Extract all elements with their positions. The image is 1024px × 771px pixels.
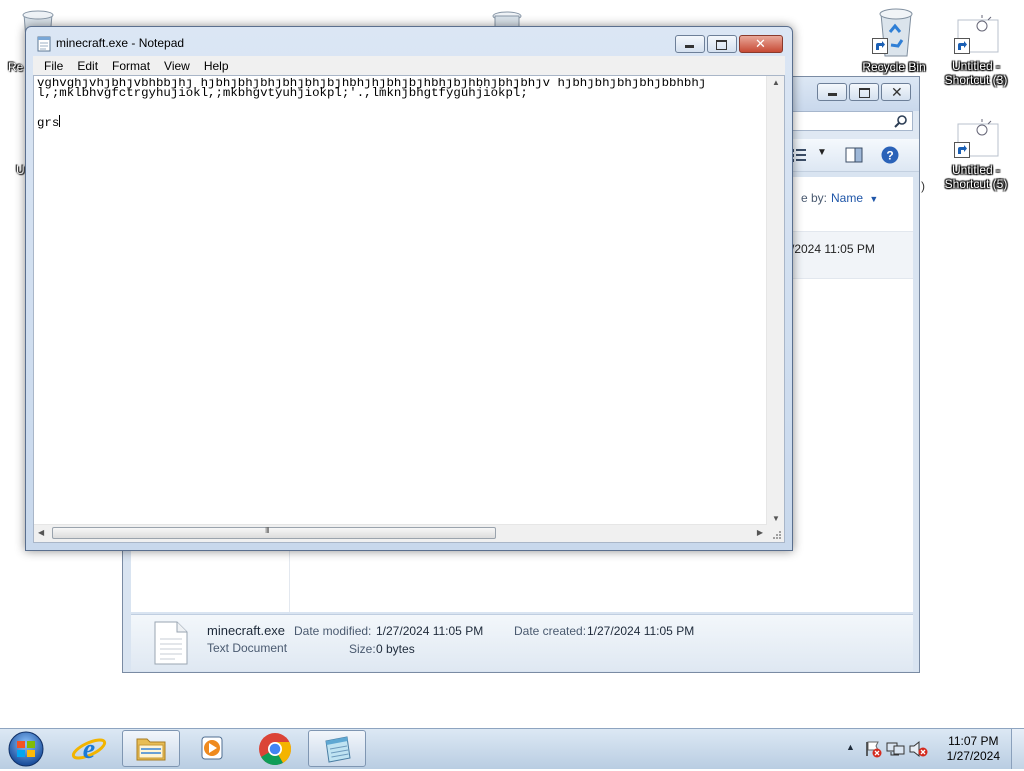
desktop-icon-label: Recycle Bin: [862, 60, 926, 74]
action-center-flag-icon[interactable]: [864, 740, 882, 758]
system-tray: ▲ 11:07 PM 1/27/2024: [834, 729, 1024, 769]
horizontal-scrollbar[interactable]: ◀ III ▶: [34, 524, 767, 542]
details-filename: minecraft.exe: [207, 623, 286, 638]
scroll-up-icon[interactable]: ▲: [772, 78, 780, 87]
help-icon[interactable]: ?: [881, 146, 899, 164]
menu-format[interactable]: Format: [109, 59, 153, 73]
date-modified-label: Date modified:: [294, 624, 372, 638]
notepad-window-controls: ✕: [673, 35, 783, 53]
menu-help[interactable]: Help: [201, 59, 232, 73]
menu-edit[interactable]: Edit: [74, 59, 101, 73]
menu-view[interactable]: View: [161, 59, 193, 73]
notepad-app-icon: [37, 36, 51, 52]
desktop-icon-label: Untitled - Shortcut (5): [944, 163, 1008, 191]
sort-by-dropdown[interactable]: Name ▼: [831, 191, 878, 205]
maximize-button[interactable]: [849, 83, 879, 101]
scroll-down-icon[interactable]: ▼: [772, 514, 780, 523]
text-caret: [59, 115, 61, 127]
internet-explorer-icon: e: [71, 734, 107, 765]
date-created-value: 1/27/2024 11:05 PM: [587, 624, 695, 638]
minimize-button[interactable]: [675, 35, 705, 53]
shortcut-arrow-icon: [954, 142, 970, 158]
desktop-icon-shortcut-3[interactable]: Untitled - Shortcut (3): [940, 14, 1012, 90]
size-grip[interactable]: [767, 525, 784, 542]
preview-pane-icon[interactable]: [845, 147, 863, 163]
chrome-icon: [259, 733, 292, 766]
system-clock[interactable]: 11:07 PM 1/27/2024: [947, 734, 1000, 764]
minimize-button[interactable]: [817, 83, 847, 101]
view-options-icon[interactable]: [791, 148, 807, 162]
minimize-icon: [685, 45, 694, 48]
clock-time: 11:07 PM: [948, 734, 999, 748]
network-icon[interactable]: [886, 740, 906, 758]
size-label: Size:: [349, 642, 376, 656]
sort-by-value: Name: [831, 191, 864, 205]
folder-icon: [136, 738, 166, 761]
explorer-window-controls: ✕: [815, 83, 911, 101]
taskbar-media-player[interactable]: [184, 730, 242, 767]
scroll-right-icon[interactable]: ▶: [757, 528, 763, 537]
text-line: [37, 98, 766, 115]
taskbar: e ▲ 11:07 PM 1/27/2024: [0, 728, 1024, 769]
minimize-icon: [828, 93, 837, 96]
window-title: minecraft.exe - Notepad: [56, 36, 185, 50]
close-icon: ✕: [891, 84, 903, 100]
menu-bar: File Edit Format View Help: [33, 56, 785, 75]
taskbar-notepad[interactable]: [308, 730, 366, 767]
scroll-left-icon[interactable]: ◀: [38, 528, 44, 537]
size-grip-icon: [773, 531, 781, 539]
desktop-icon-shortcut-5[interactable]: Untitled - Shortcut (5): [940, 118, 1012, 194]
details-filetype: Text Document: [207, 641, 288, 655]
shortcut-arrow-icon: [954, 38, 970, 54]
date-created-label: Date created:: [514, 624, 587, 638]
text-line-with-caret: grs: [37, 115, 766, 130]
size-value: 0 bytes: [376, 642, 415, 656]
maximize-icon: [716, 40, 727, 50]
horizontal-scroll-thumb[interactable]: III: [52, 526, 496, 539]
notepad-window[interactable]: minecraft.exe - Notepad ✕ File Edit Form…: [25, 26, 793, 551]
desktop-icon-recycle-bin[interactable]: Recycle Bin: [858, 6, 930, 76]
start-button[interactable]: [2, 730, 52, 768]
show-hidden-icons-icon[interactable]: ▲: [846, 742, 855, 752]
text-document-icon: [154, 621, 188, 665]
explorer-search-box[interactable]: [787, 111, 913, 131]
windows-start-icon: [8, 731, 44, 767]
maximize-button[interactable]: [707, 35, 737, 53]
shortcut-arrow-icon: [872, 38, 888, 54]
view-dropdown-icon[interactable]: ▼: [817, 147, 827, 158]
chevron-down-icon: ▼: [869, 194, 879, 204]
text-editor[interactable]: vghvghjvhjbhjvbhbbjhj hjbhjbhjbhjbhjbhjb…: [33, 75, 785, 543]
volume-muted-icon[interactable]: [908, 740, 928, 758]
svg-text:?: ?: [886, 149, 893, 163]
close-button[interactable]: ✕: [881, 83, 911, 101]
text-content[interactable]: vghvghjvhjbhjvbhbbjhj hjbhjbhjbhjbhjbhjb…: [37, 78, 766, 524]
menu-file[interactable]: File: [41, 59, 66, 73]
taskbar-internet-explorer[interactable]: e: [60, 730, 118, 767]
details-pane: minecraft.exe Text Document Date modifie…: [131, 614, 913, 671]
close-button[interactable]: ✕: [739, 35, 783, 53]
maximize-icon: [859, 88, 870, 98]
text-line: grs: [37, 116, 60, 130]
svg-text:e: e: [83, 734, 95, 765]
vertical-scrollbar[interactable]: ▲ ▼: [766, 76, 784, 525]
date-modified-value: 1/27/2024 11:05 PM: [376, 624, 484, 638]
partial-desktop-label: Re: [8, 60, 24, 74]
partial-desktop-label: U: [16, 163, 25, 177]
scroll-grip: III: [265, 526, 270, 535]
notepad-icon: [325, 736, 351, 763]
partial-text: ): [921, 179, 925, 193]
desktop-icon-label: Untitled - Shortcut (3): [944, 59, 1008, 87]
show-desktop-button[interactable]: [1011, 729, 1024, 769]
taskbar-windows-explorer[interactable]: [122, 730, 180, 767]
taskbar-google-chrome[interactable]: [246, 730, 304, 767]
media-player-icon: [201, 736, 223, 760]
close-icon: ✕: [755, 36, 766, 51]
search-icon: [894, 115, 907, 128]
file-row-date: /2024 11:05 PM: [791, 242, 875, 256]
clock-date: 1/27/2024: [946, 749, 1000, 763]
sort-by-label: e by:: [801, 191, 828, 205]
